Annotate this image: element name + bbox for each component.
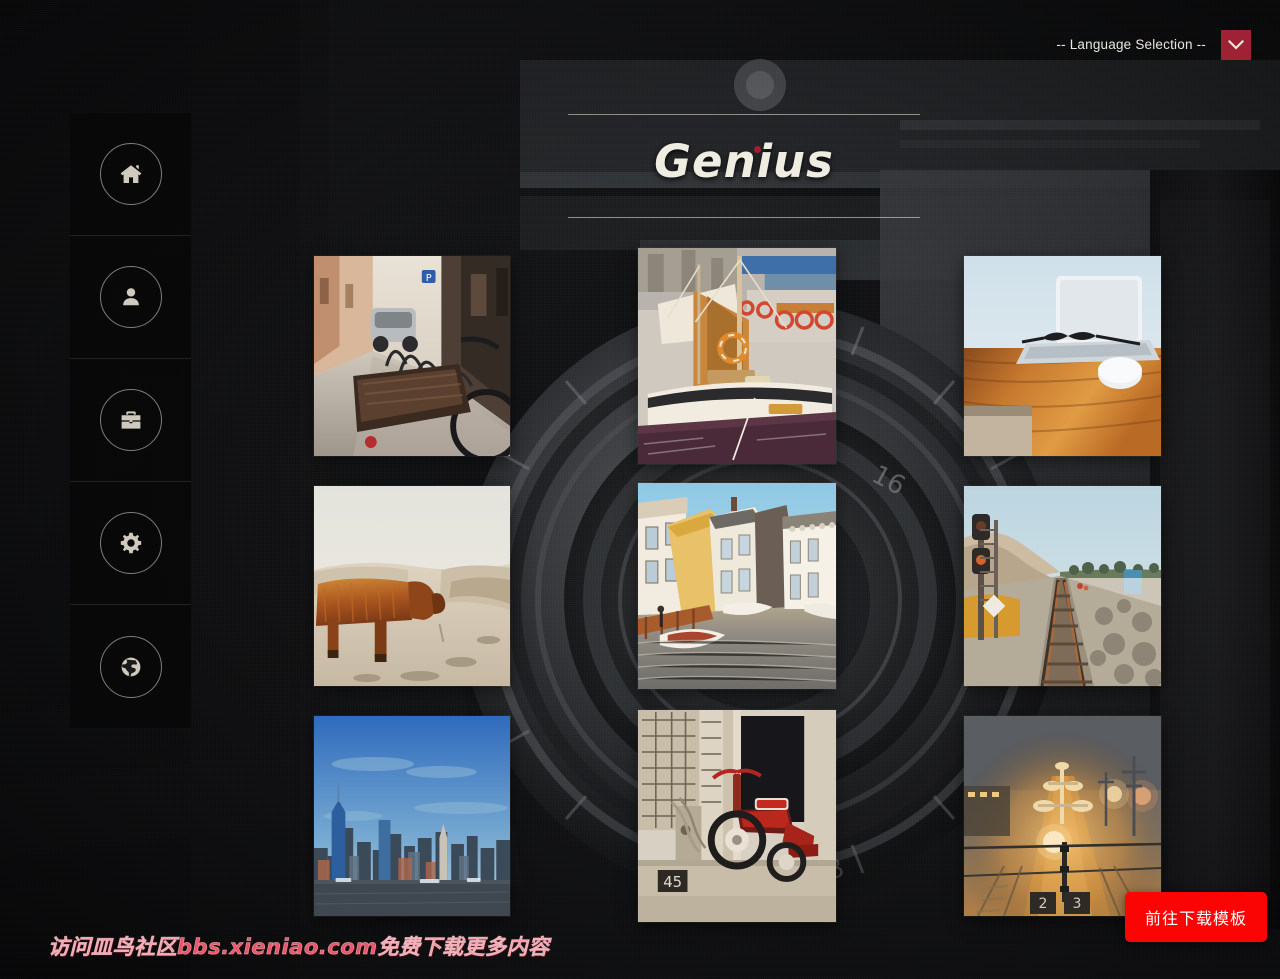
canal-houses-photo[interactable] [638, 483, 836, 689]
gallery-row [314, 483, 1164, 716]
sidebar-item-about[interactable] [70, 236, 191, 359]
download-template-button[interactable]: 前往下载模板 [1124, 892, 1267, 942]
sidebar-icon-frame [99, 635, 162, 698]
logo-divider-top [568, 114, 920, 115]
sidebar-item-portfolio[interactable] [70, 359, 191, 482]
canal-houses-illustration [638, 483, 836, 689]
logo-accent-dot [754, 146, 761, 153]
gallery-row: P [314, 248, 1164, 486]
sidebar-item-home[interactable] [70, 113, 191, 236]
top-bar: -- Language Selection -- [0, 0, 1280, 92]
foggy-station-illustration: 2 3 [964, 716, 1161, 916]
street-bicycles-illustration: P [314, 256, 510, 456]
gear-icon [120, 532, 141, 554]
harbor-boat-photo[interactable] [638, 248, 836, 464]
sidebar-icon-frame [99, 512, 162, 574]
logo-divider-bottom [568, 217, 920, 218]
language-selector-label: -- Language Selection -- [1056, 37, 1206, 52]
railway-coast-photo[interactable] [964, 486, 1161, 686]
street-bicycles-photo[interactable]: P [314, 256, 510, 456]
sidebar-nav [70, 113, 191, 728]
red-tricycle-photo[interactable]: 45 [638, 710, 836, 922]
svg-text:45: 45 [663, 873, 682, 891]
city-skyline-illustration [314, 716, 510, 916]
home-icon [120, 165, 141, 183]
red-tricycle-illustration: 45 [638, 710, 836, 922]
railway-coast-illustration [964, 486, 1161, 686]
city-skyline-photo[interactable] [314, 716, 510, 916]
site-watermark: 访问皿鸟社区bbs.xieniao.com免费下载更多内容 [48, 935, 550, 960]
language-selector[interactable]: -- Language Selection -- [1056, 30, 1251, 60]
sidebar-icon-frame [99, 143, 162, 205]
page-root: 16 8 -- Language Selection -- Genius [0, 0, 1280, 979]
site-logo[interactable]: Genius [568, 104, 920, 218]
sidebar-item-services[interactable] [70, 482, 191, 605]
harbor-boat-illustration [638, 248, 836, 464]
highland-cow-illustration [314, 486, 510, 686]
desk-laptop-photo[interactable] [964, 256, 1161, 456]
svg-text:2: 2 [1039, 896, 1048, 912]
svg-text:3: 3 [1073, 896, 1082, 912]
sidebar-icon-frame [99, 389, 162, 451]
sidebar-icon-frame [99, 266, 162, 328]
svg-text:P: P [426, 273, 432, 284]
user-icon [122, 288, 139, 306]
chevron-down-icon [1228, 40, 1244, 50]
logo-text: Genius [654, 135, 834, 188]
foggy-station-photo[interactable]: 2 3 [964, 716, 1161, 916]
globe-icon [121, 657, 140, 676]
briefcase-icon [121, 411, 140, 429]
gallery-row: 45 2 3 [314, 710, 1164, 946]
photo-gallery: P 45 2 3 [314, 248, 1164, 946]
language-dropdown-button[interactable] [1221, 30, 1251, 60]
desk-laptop-illustration [964, 256, 1161, 456]
highland-cow-photo[interactable] [314, 486, 510, 686]
sidebar-item-contact[interactable] [70, 605, 191, 728]
